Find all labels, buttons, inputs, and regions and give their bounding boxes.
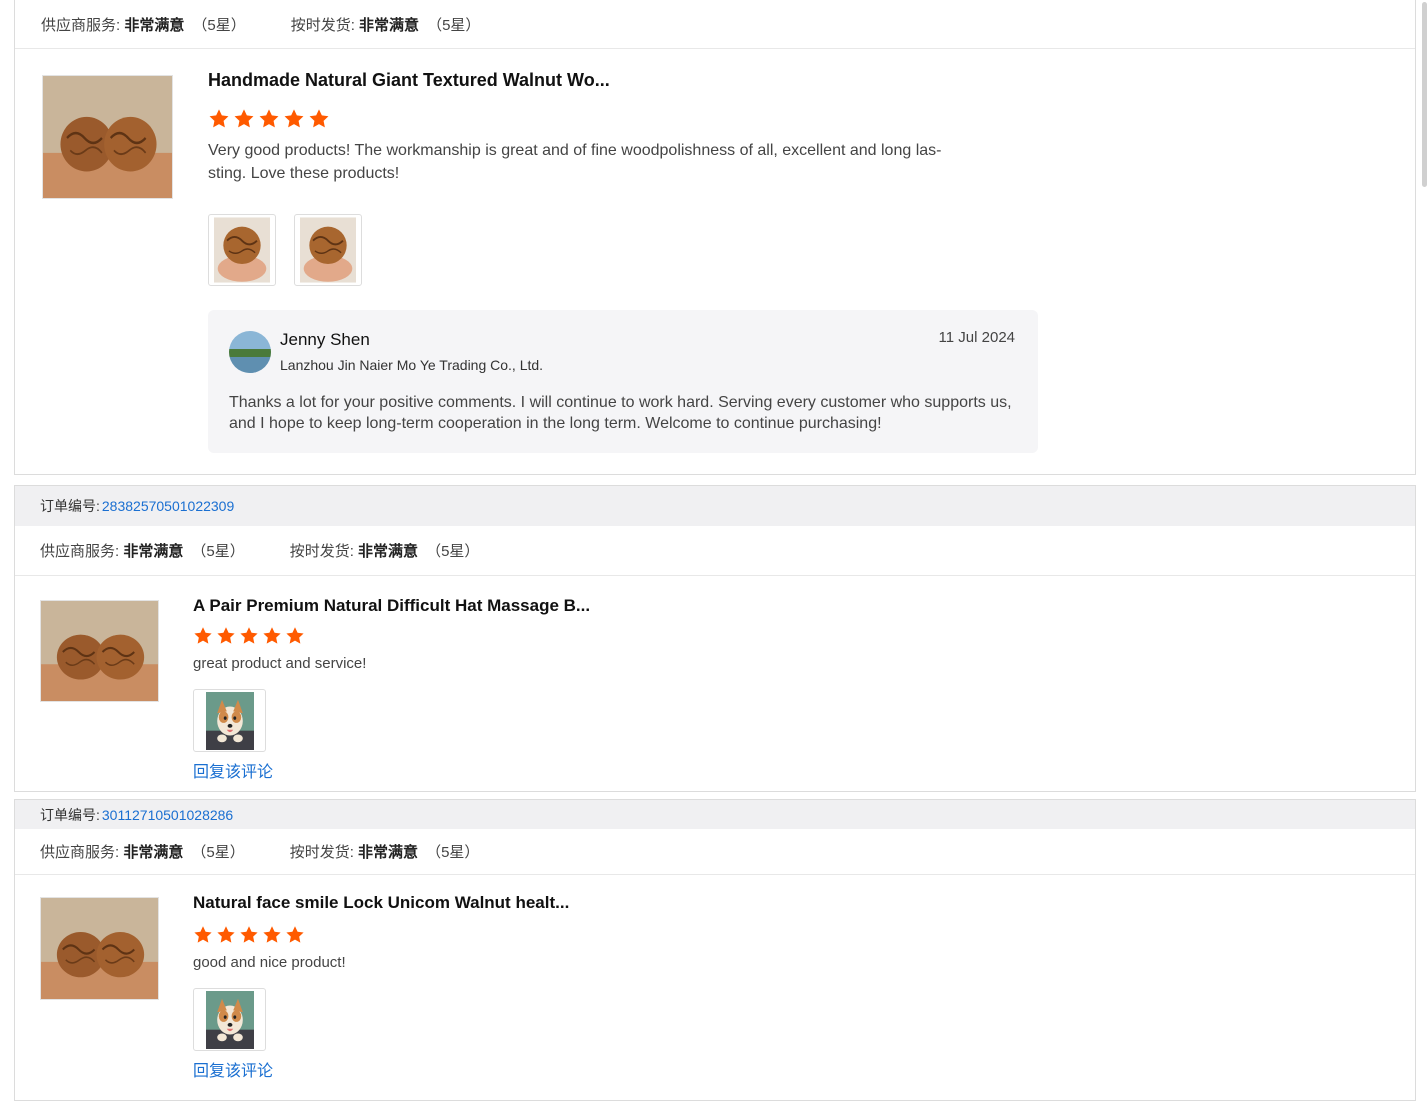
review-photo[interactable] bbox=[294, 214, 362, 286]
reply-to-review-link[interactable]: 回复该评论 bbox=[193, 1057, 273, 1081]
star-icon bbox=[308, 108, 330, 130]
product-image[interactable] bbox=[40, 897, 159, 1000]
star-rating bbox=[193, 925, 305, 945]
star-rating bbox=[193, 626, 305, 646]
star-icon bbox=[262, 626, 282, 646]
star-icon bbox=[193, 925, 213, 945]
scrollbar[interactable] bbox=[1420, 0, 1428, 200]
review-card-2: 订单编号: 28382570501022309 供应商服务: 非常满意 （5星） … bbox=[14, 485, 1416, 792]
reply-author-name: Jenny Shen bbox=[280, 330, 370, 349]
supplier-service-rating: 供应商服务: 非常满意 （5星） bbox=[40, 543, 245, 560]
supplier-service-rating: 供应商服务: 非常满意 （5星） bbox=[40, 844, 245, 861]
star-icon bbox=[216, 626, 236, 646]
product-image[interactable] bbox=[40, 600, 159, 702]
review-card-1: 供应商服务: 非常满意 （5星） 按时发货: 非常满意 （5星） Handmade … bbox=[14, 0, 1416, 475]
reply-text: Thanks a lot for your positive comments.… bbox=[229, 394, 1012, 432]
rating-bar: 供应商服务: 非常满意 （5星） 按时发货: 非常满意 （5星） bbox=[15, 829, 1415, 875]
review-photo[interactable] bbox=[193, 988, 266, 1051]
product-image[interactable] bbox=[42, 75, 173, 199]
review-card-3: 订单编号: 30112710501028286 供应商服务: 非常满意 （5星） … bbox=[14, 799, 1416, 1101]
order-number-link[interactable]: 28382570501022309 bbox=[102, 498, 234, 514]
reply-to-review-link[interactable]: 回复该评论 bbox=[193, 758, 273, 782]
star-icon bbox=[283, 108, 305, 130]
supplier-reply: Jenny Shen Lanzhou Jin Naier Mo Ye Tradi… bbox=[208, 310, 1038, 453]
review-text: good and nice product! bbox=[193, 954, 346, 971]
reply-date: 11 Jul 2024 bbox=[938, 329, 1015, 346]
star-icon bbox=[285, 626, 305, 646]
scrollbar-thumb[interactable] bbox=[1422, 2, 1427, 187]
on-time-shipping-rating: 按时发货: 非常满意 （5星） bbox=[290, 16, 481, 34]
star-rating bbox=[208, 108, 330, 130]
product-title[interactable]: Handmade Natural Giant Textured Walnut W… bbox=[208, 70, 610, 91]
order-number-link[interactable]: 30112710501028286 bbox=[102, 807, 233, 823]
review-photo[interactable] bbox=[208, 214, 276, 286]
supplier-service-rating: 供应商服务: 非常满意 （5星） bbox=[41, 16, 246, 34]
on-time-shipping-rating: 按时发货: 非常满意 （5星） bbox=[289, 844, 480, 861]
star-icon bbox=[285, 925, 305, 945]
avatar bbox=[229, 331, 271, 373]
star-icon bbox=[239, 925, 259, 945]
star-icon bbox=[216, 925, 236, 945]
star-icon bbox=[233, 108, 255, 130]
star-icon bbox=[262, 925, 282, 945]
star-icon bbox=[208, 108, 230, 130]
product-title[interactable]: A Pair Premium Natural Difficult Hat Mas… bbox=[193, 596, 590, 616]
on-time-shipping-rating: 按时发货: 非常满意 （5星） bbox=[289, 543, 480, 560]
order-bar: 订单编号: 28382570501022309 bbox=[15, 486, 1415, 526]
product-title[interactable]: Natural face smile Lock Unicom Walnut he… bbox=[193, 893, 569, 913]
rating-bar: 供应商服务: 非常满意 （5星） 按时发货: 非常满意 （5星） bbox=[15, 0, 1415, 49]
star-icon bbox=[258, 108, 280, 130]
review-text: great product and service! bbox=[193, 655, 367, 672]
reply-company: Lanzhou Jin Naier Mo Ye Trading Co., Ltd… bbox=[280, 357, 544, 373]
star-icon bbox=[239, 626, 259, 646]
order-bar: 订单编号: 30112710501028286 bbox=[15, 800, 1415, 829]
star-icon bbox=[193, 626, 213, 646]
review-text: Very good products! The workmanship is g… bbox=[208, 142, 942, 182]
order-number-label: 订单编号: bbox=[40, 498, 100, 514]
rating-bar: 供应商服务: 非常满意 （5星） 按时发货: 非常满意 （5星） bbox=[15, 526, 1415, 576]
order-number-label: 订单编号: bbox=[40, 806, 100, 823]
review-photo[interactable] bbox=[193, 689, 266, 752]
